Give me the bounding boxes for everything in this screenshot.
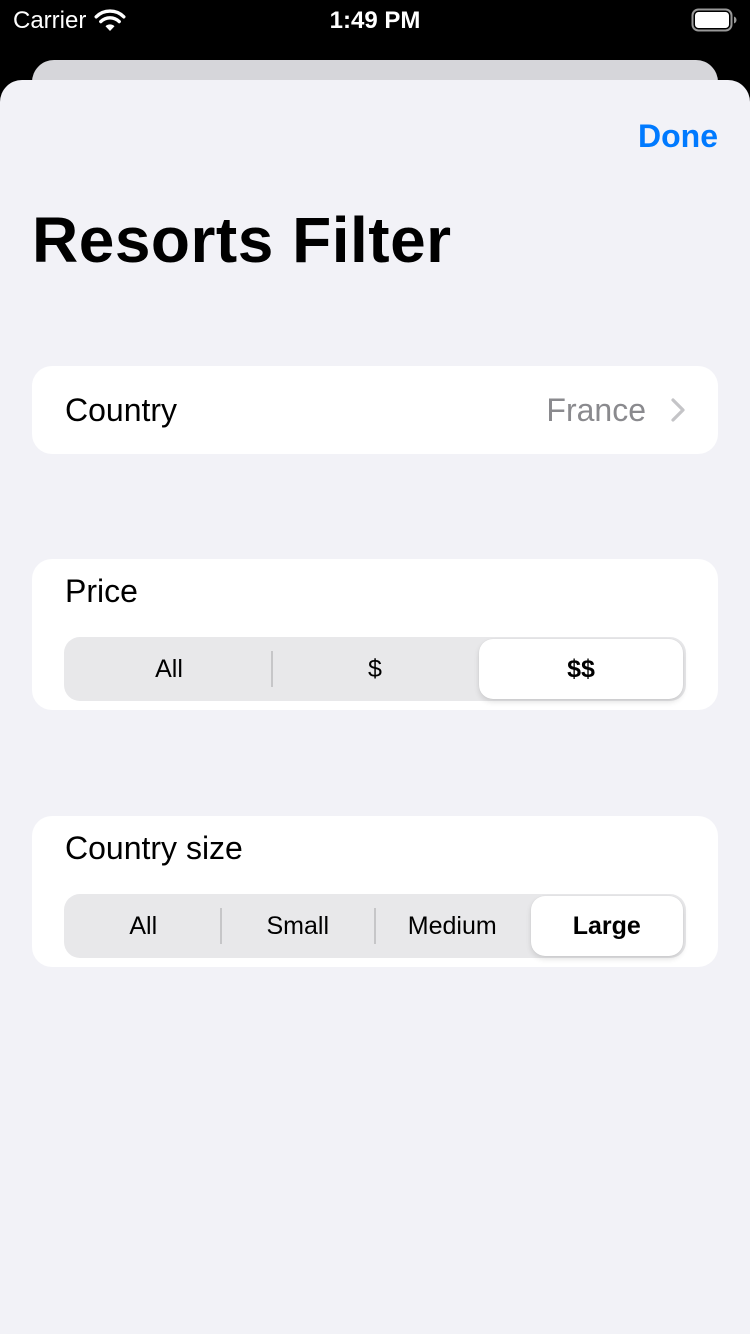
app-screen: Carrier 1:49 PM Done Resorts Filter Coun… bbox=[0, 0, 750, 1334]
country-size-label: Country size bbox=[65, 830, 243, 866]
price-segment-high[interactable]: $$ bbox=[479, 639, 683, 699]
size-segment-medium[interactable]: Medium bbox=[376, 896, 529, 956]
country-size-segmented-control: All Small Medium Large bbox=[64, 894, 686, 958]
country-value: France bbox=[546, 392, 646, 428]
size-segment-large[interactable]: Large bbox=[530, 896, 683, 956]
status-time: 1:49 PM bbox=[329, 7, 421, 34]
size-segment-all[interactable]: All bbox=[67, 896, 220, 956]
country-label: Country bbox=[65, 392, 178, 428]
filter-sheet: Done Resorts Filter Country France Price… bbox=[0, 80, 750, 1334]
price-label: Price bbox=[65, 573, 138, 609]
page-title: Resorts Filter bbox=[32, 204, 452, 276]
battery-icon bbox=[691, 8, 737, 32]
done-button[interactable]: Done bbox=[638, 117, 718, 155]
price-segment-all[interactable]: All bbox=[67, 639, 271, 699]
country-row[interactable]: Country France bbox=[32, 366, 718, 454]
chevron-right-icon bbox=[671, 398, 685, 422]
price-section: Price All $ $$ bbox=[32, 559, 718, 710]
status-bar: Carrier 1:49 PM bbox=[0, 0, 750, 42]
price-segment-low[interactable]: $ bbox=[273, 639, 477, 699]
price-segmented-control: All $ $$ bbox=[64, 637, 686, 701]
size-segment-small[interactable]: Small bbox=[222, 896, 375, 956]
country-size-section: Country size All Small Medium Large bbox=[32, 816, 718, 967]
